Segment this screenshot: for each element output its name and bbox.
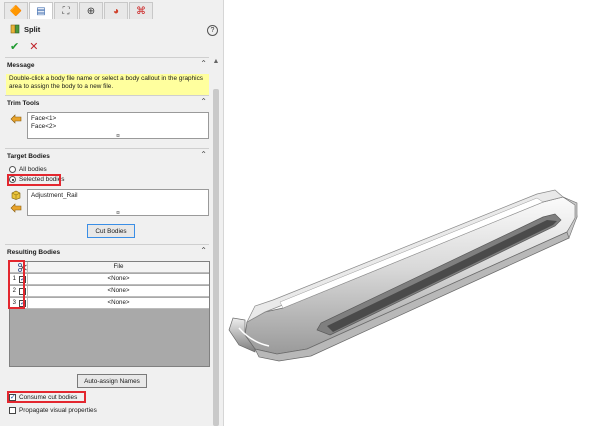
table-row[interactable]: 2 <None> <box>10 286 209 297</box>
resulting-bodies-table: File 1 <None> 2 <None> 3 <None> <box>9 261 210 367</box>
graphics-area[interactable] <box>225 0 600 426</box>
help-icon[interactable]: ? <box>207 25 218 36</box>
property-manager-tab[interactable]: ▤ <box>29 2 53 19</box>
message-header: Message <box>7 62 35 69</box>
table-row[interactable]: 1 <None> <box>10 274 209 285</box>
property-manager-panel: 🔶 ▤ ⛶ ⊕ ◕ ⌘ ? Split ✔ ✕ Message ⌃ Double… <box>0 0 224 426</box>
manager-tabs: 🔶 ▤ ⛶ ⊕ ◕ ⌘ <box>4 2 153 19</box>
resize-grip-icon[interactable] <box>116 211 120 214</box>
cancel-icon[interactable]: ✕ <box>29 40 38 53</box>
display-manager-icon: ◕ <box>112 5 120 17</box>
row-file-cell[interactable]: <None> <box>27 286 209 296</box>
collapse-chevron-icon[interactable]: ⌃ <box>200 97 207 106</box>
all-bodies-label: All bodies <box>19 166 47 173</box>
message-text: Double-click a body file name or select … <box>6 74 209 96</box>
split-feature-icon <box>10 24 20 34</box>
list-item[interactable]: Adjustment_Rail <box>31 192 205 200</box>
highlight-frame <box>7 174 61 186</box>
dimxpert-tab[interactable]: ⊕ <box>79 2 103 19</box>
target-bodies-header: Target Bodies <box>7 153 50 160</box>
vertical-scrollbar[interactable]: ▲ <box>211 58 221 426</box>
propagate-visual-label: Propagate visual properties <box>19 407 97 414</box>
all-bodies-option[interactable]: All bodies <box>9 166 47 173</box>
message-group: Message ⌃ Double-click a body file name … <box>5 57 209 99</box>
row-file-cell[interactable]: <None> <box>27 274 209 284</box>
row-file-cell[interactable]: <None> <box>27 298 209 308</box>
feature-manager-icon: 🔶 <box>9 5 23 17</box>
table-header-row: File <box>10 262 209 273</box>
target-bodies-group: Target Bodies ⌃ All bodies Selected bodi… <box>5 148 209 248</box>
cut-bodies-button[interactable]: Cut Bodies <box>87 224 135 238</box>
display-manager-tab[interactable]: ◕ <box>104 2 128 19</box>
collapse-chevron-icon[interactable]: ⌃ <box>200 59 207 68</box>
ok-icon[interactable]: ✔ <box>10 40 19 53</box>
selection-arrow-icon <box>10 203 22 213</box>
scroll-thumb[interactable] <box>213 89 219 426</box>
propagate-visual-option[interactable]: Propagate visual properties <box>9 407 97 414</box>
ok-cancel-row: ✔ ✕ <box>10 40 38 53</box>
list-item[interactable]: Face<2> <box>31 123 205 131</box>
configuration-manager-icon: ⛶ <box>62 5 70 17</box>
body-icon <box>11 190 21 200</box>
scroll-up-icon[interactable]: ▲ <box>211 58 221 66</box>
collapse-chevron-icon[interactable]: ⌃ <box>200 246 207 255</box>
cam-tab[interactable]: ⌘ <box>129 2 153 19</box>
trim-tools-header: Trim Tools <box>7 100 40 107</box>
highlight-frame <box>7 391 86 403</box>
resize-grip-icon[interactable] <box>116 134 120 137</box>
highlight-frame <box>8 260 25 309</box>
feature-manager-tab[interactable]: 🔶 <box>4 2 28 19</box>
feature-title: Split <box>24 24 41 34</box>
table-row[interactable]: 3 <None> <box>10 298 209 309</box>
feature-title-row: Split <box>10 24 40 34</box>
propagate-visual-checkbox[interactable] <box>9 407 16 414</box>
resulting-bodies-header: Resulting Bodies <box>7 249 61 256</box>
trim-tools-group: Trim Tools ⌃ Face<1> Face<2> <box>5 95 209 147</box>
collapse-chevron-icon[interactable]: ⌃ <box>200 150 207 159</box>
resulting-bodies-group: Resulting Bodies ⌃ File 1 ✓ <None> 2 <No… <box>5 244 210 394</box>
auto-assign-names-button[interactable]: Auto-assign Names <box>77 374 147 388</box>
cam-icon: ⌘ <box>136 5 146 17</box>
radio-all-bodies[interactable] <box>9 166 16 173</box>
trim-tools-list[interactable]: Face<1> Face<2> <box>27 112 209 139</box>
list-item[interactable]: Face<1> <box>31 115 205 123</box>
adjustment-rail-model[interactable] <box>225 0 600 426</box>
configuration-manager-tab[interactable]: ⛶ <box>54 2 78 19</box>
dimxpert-icon: ⊕ <box>86 5 96 17</box>
property-manager-icon: ▤ <box>36 5 46 17</box>
target-bodies-list[interactable]: Adjustment_Rail <box>27 189 209 216</box>
column-header-file: File <box>27 262 209 272</box>
selection-arrow-icon <box>10 114 22 124</box>
property-scroll-area: Message ⌃ Double-click a body file name … <box>5 57 210 426</box>
